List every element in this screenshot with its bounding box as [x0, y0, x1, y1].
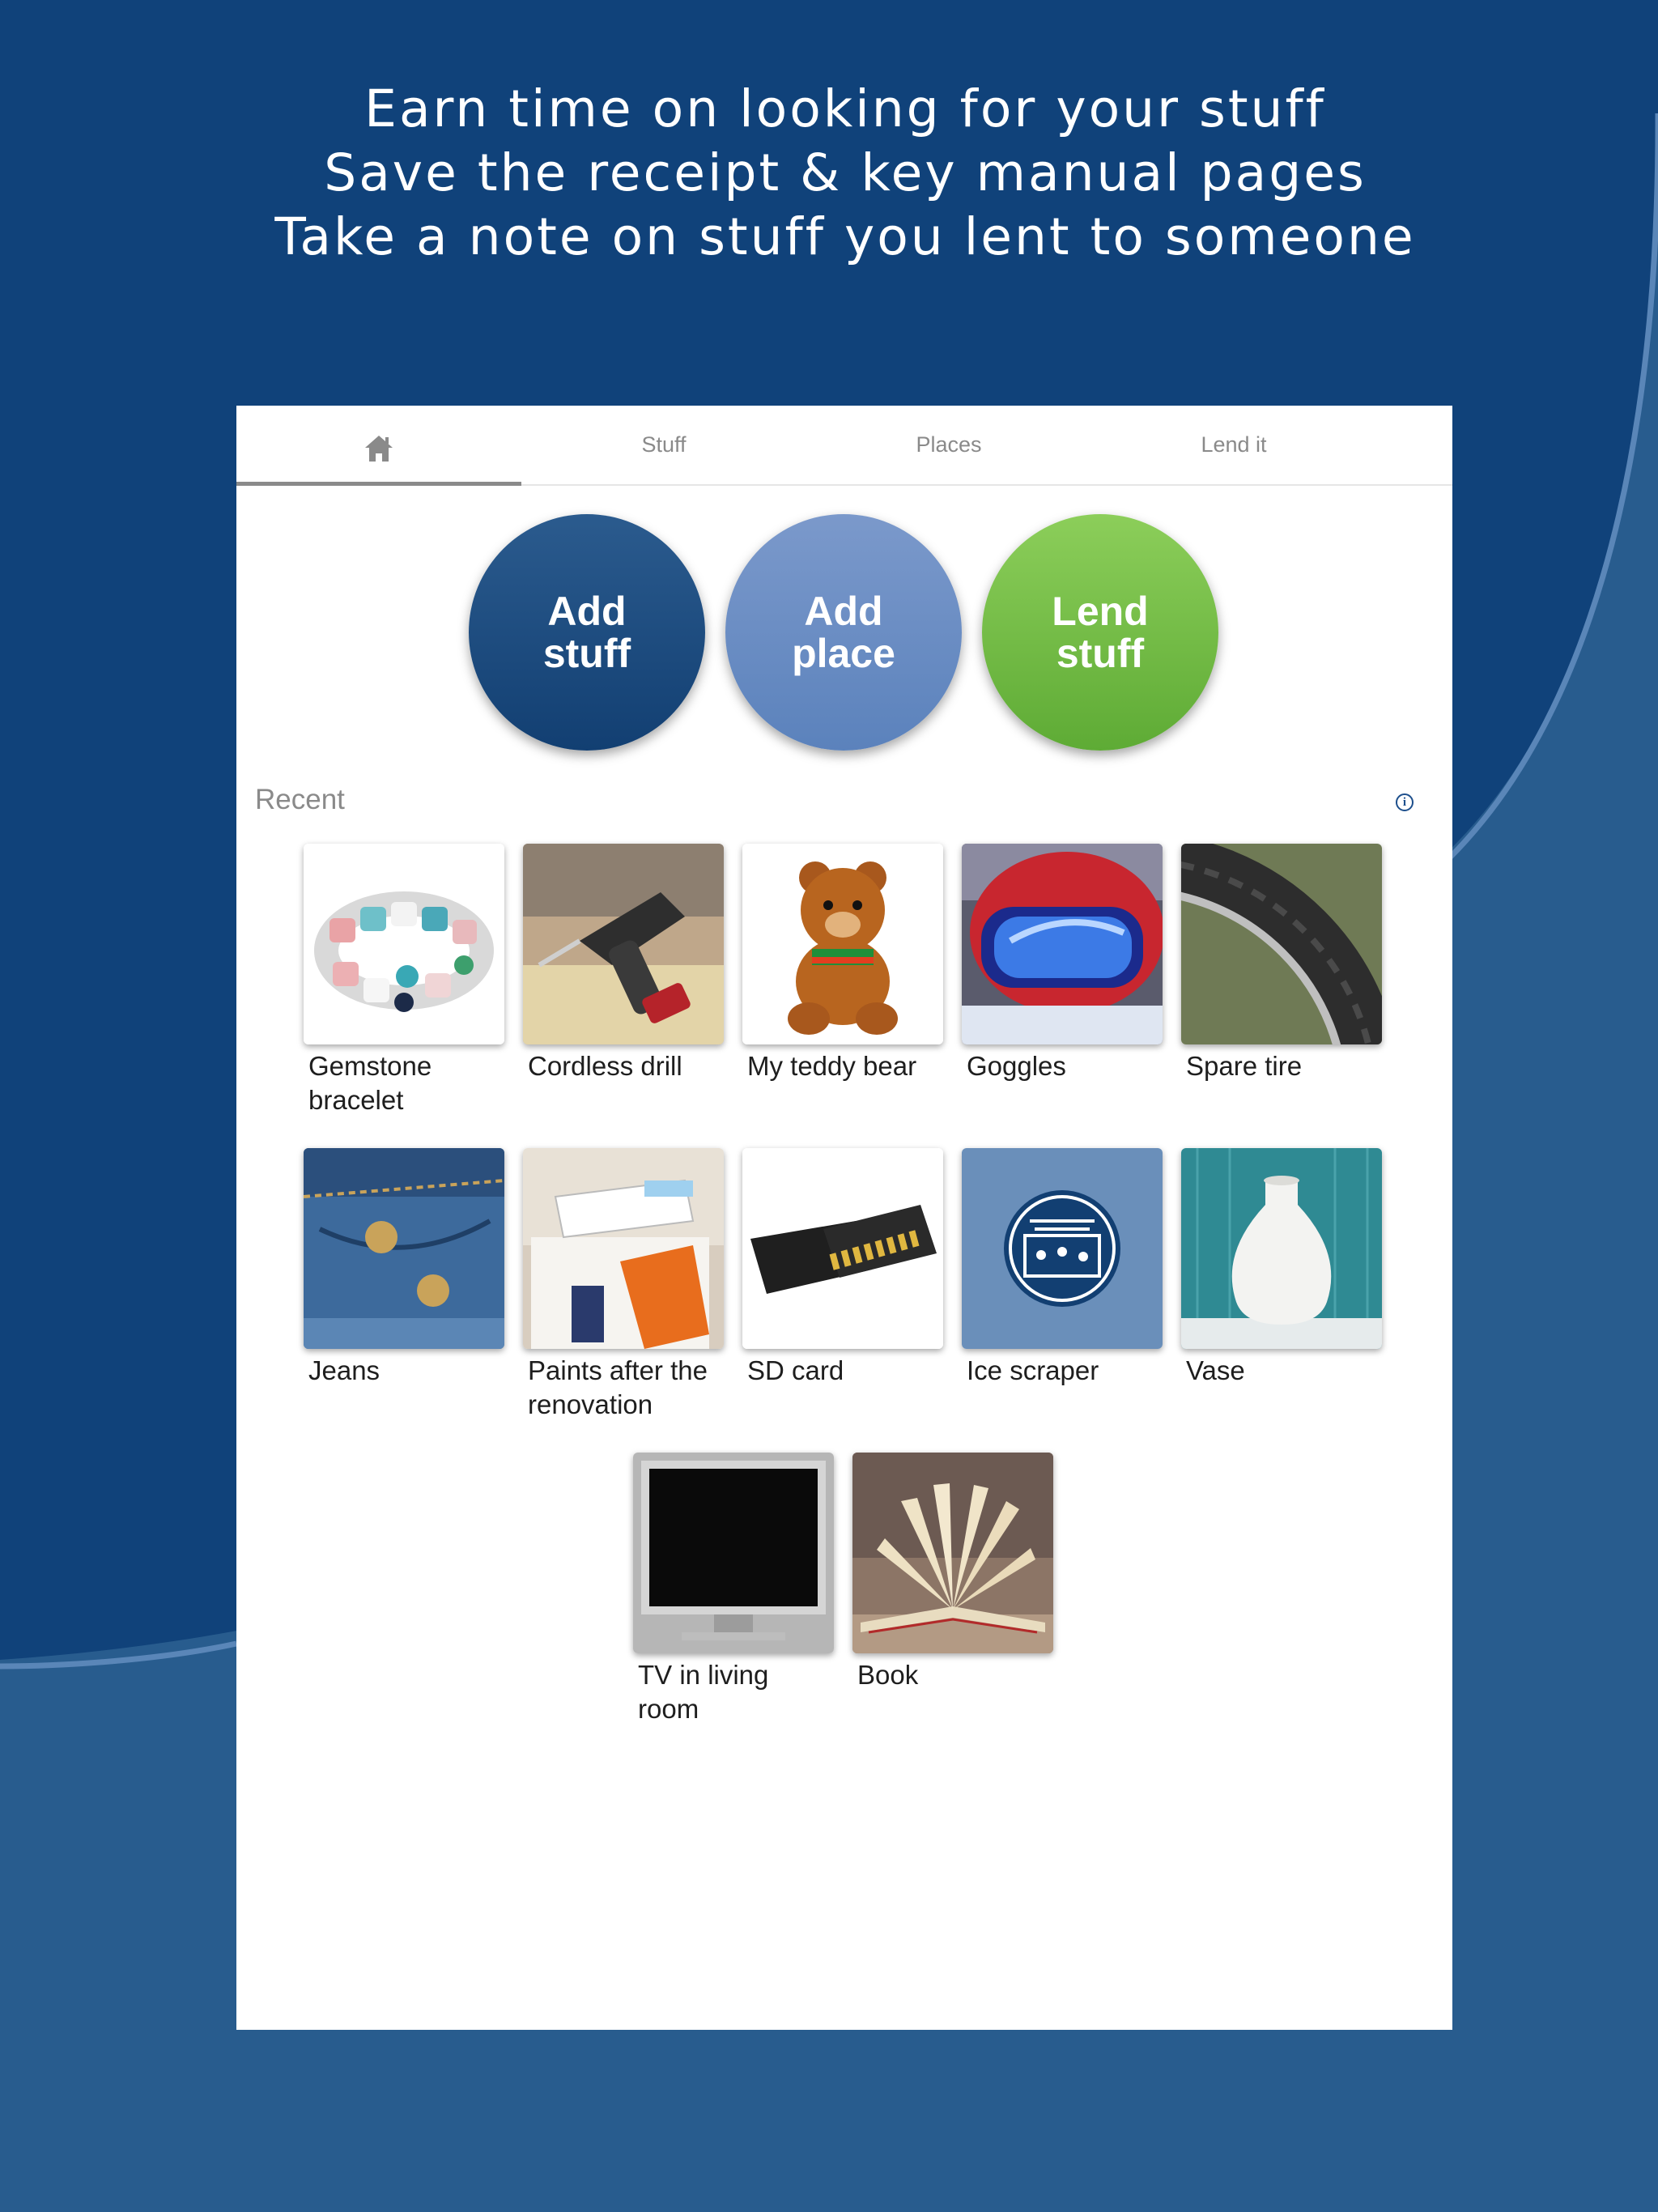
- item-image: [304, 844, 504, 1044]
- recent-item-cordless-drill[interactable]: Cordless drill: [523, 844, 725, 1083]
- item-image: [962, 844, 1163, 1044]
- item-label: Gemstone bracelet: [308, 1051, 432, 1115]
- add-stuff-button[interactable]: Add stuff: [469, 514, 705, 751]
- item-image: [1181, 844, 1382, 1044]
- item-image: [742, 1148, 943, 1349]
- item-image: [1181, 1148, 1382, 1349]
- item-label: TV in living room: [638, 1660, 769, 1724]
- recent-item-ice-scraper[interactable]: Ice scraper: [962, 1148, 1164, 1388]
- item-label: My teddy bear: [747, 1051, 917, 1081]
- recent-item-book[interactable]: Book: [852, 1453, 1055, 1692]
- headline-line-2: Save the receipt & key manual pages: [324, 143, 1367, 202]
- item-label: Spare tire: [1186, 1051, 1303, 1081]
- recent-item-goggles[interactable]: Goggles: [962, 844, 1164, 1083]
- add-place-label: Add place: [792, 589, 895, 676]
- item-label: SD card: [747, 1355, 844, 1385]
- headline-line-1: Earn time on looking for your stuff: [364, 79, 1326, 138]
- recent-item-paints[interactable]: Paints after the renovation: [523, 1148, 725, 1422]
- lend-stuff-button[interactable]: Lend stuff: [982, 514, 1218, 751]
- recent-item-jeans[interactable]: Jeans: [304, 1148, 506, 1388]
- app-screen: Stuff Places Lend it Add stuff Add place…: [236, 406, 1452, 2030]
- recent-item-tv[interactable]: TV in living room: [633, 1453, 835, 1726]
- tab-stuff[interactable]: Stuff: [521, 406, 806, 484]
- headline-line-3: Take a note on stuff you lent to someone: [274, 207, 1416, 266]
- item-image: [962, 1148, 1163, 1349]
- headline: Earn time on looking for your stuff Save…: [0, 77, 1658, 269]
- tab-places[interactable]: Places: [806, 406, 1091, 484]
- recent-item-sd-card[interactable]: SD card: [742, 1148, 945, 1388]
- item-label: Paints after the renovation: [528, 1355, 708, 1419]
- tab-bar: Stuff Places Lend it: [236, 406, 1452, 486]
- add-stuff-label: Add stuff: [542, 589, 631, 676]
- item-image: [633, 1453, 834, 1653]
- item-image: [852, 1453, 1053, 1653]
- recent-item-gemstone-bracelet[interactable]: Gemstone bracelet: [304, 844, 506, 1117]
- tab-lend-it[interactable]: Lend it: [1091, 406, 1376, 484]
- add-place-button[interactable]: Add place: [725, 514, 962, 751]
- item-label: Jeans: [308, 1355, 380, 1385]
- tab-home[interactable]: [236, 406, 521, 486]
- home-icon: [365, 435, 393, 462]
- info-icon[interactable]: i: [1396, 793, 1414, 811]
- item-image: [742, 844, 943, 1044]
- item-label: Book: [857, 1660, 919, 1690]
- recent-item-vase[interactable]: Vase: [1181, 1148, 1384, 1388]
- lend-stuff-label: Lend stuff: [1052, 589, 1149, 676]
- item-label: Goggles: [967, 1051, 1066, 1081]
- item-label: Ice scraper: [967, 1355, 1099, 1385]
- recent-item-teddy-bear[interactable]: My teddy bear: [742, 844, 945, 1083]
- item-image: [304, 1148, 504, 1349]
- item-image: [523, 1148, 724, 1349]
- item-label: Cordless drill: [528, 1051, 682, 1081]
- item-label: Vase: [1186, 1355, 1245, 1385]
- item-image: [523, 844, 724, 1044]
- recent-heading: Recent: [255, 784, 345, 815]
- recent-item-spare-tire[interactable]: Spare tire: [1181, 844, 1384, 1083]
- active-tab-indicator: [236, 482, 521, 486]
